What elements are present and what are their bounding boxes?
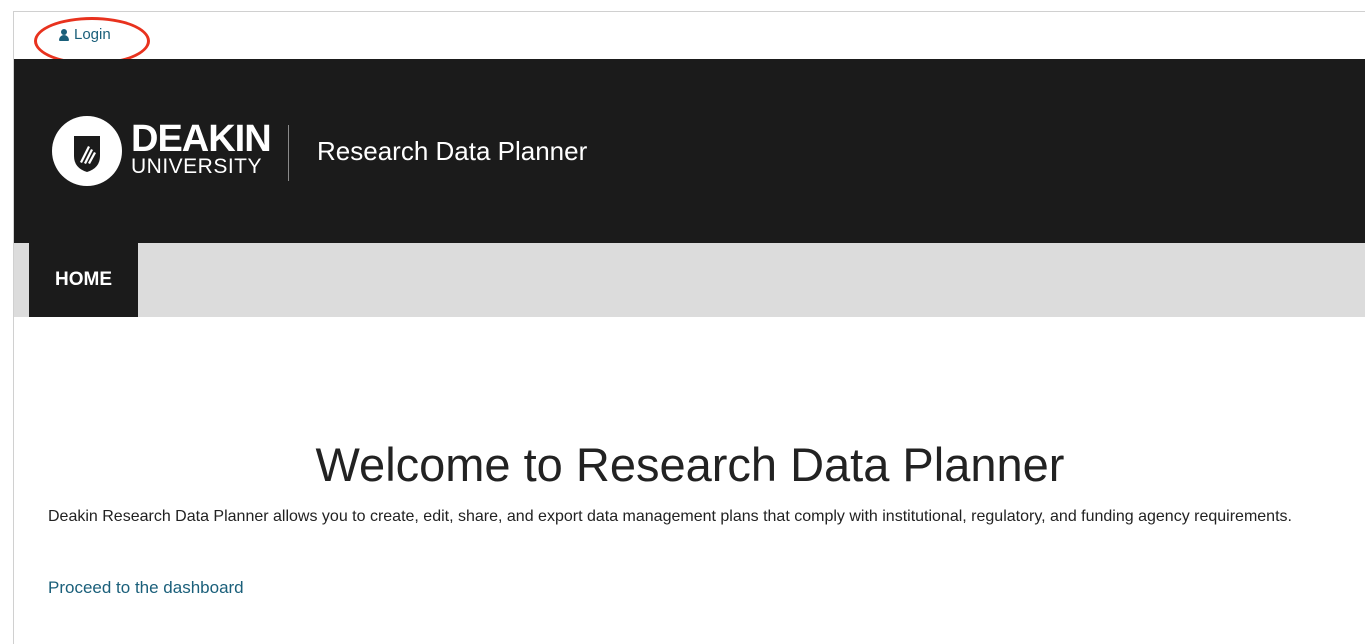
site-title[interactable]: Research Data Planner [317, 136, 587, 167]
logo-wordmark[interactable]: DEAKIN UNIVERSITY [131, 118, 272, 178]
main-navigation: HOME [14, 243, 1365, 317]
proceed-dashboard-link[interactable]: Proceed to the dashboard [48, 578, 244, 598]
deakin-logo-icon[interactable] [52, 116, 122, 186]
logo-line1: DEAKIN [131, 118, 272, 160]
logo-line2: UNIVERSITY [131, 155, 263, 178]
intro-text: Deakin Research Data Planner allows you … [48, 508, 1292, 525]
header-divider [288, 125, 289, 181]
page-title: Welcome to Research Data Planner [315, 438, 1065, 491]
page-frame: Login DEAKIN UNIVERSITY Research Data Pl… [13, 11, 1365, 644]
nav-item-home[interactable]: HOME [29, 243, 138, 317]
annotation-highlight-circle [34, 17, 150, 65]
top-utility-bar: Login [14, 12, 1365, 65]
site-header: DEAKIN UNIVERSITY Research Data Planner [14, 59, 1365, 243]
